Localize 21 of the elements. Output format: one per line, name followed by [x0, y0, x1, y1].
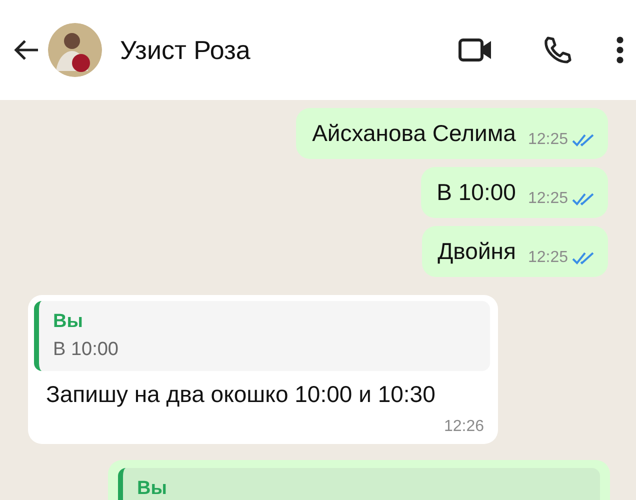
phone-icon[interactable] — [542, 35, 572, 65]
message-bubble[interactable]: Двойня 12:25 — [422, 226, 608, 277]
more-options-icon[interactable] — [616, 36, 624, 64]
contact-name[interactable]: Узист Роза — [120, 34, 410, 66]
quoted-message[interactable]: Вы В 10:00 — [34, 301, 490, 371]
quote-author: Вы — [53, 311, 84, 333]
message-bubble[interactable]: Айсханова Селима 12:25 — [296, 108, 608, 159]
message-time: 12:25 — [528, 249, 568, 267]
message-time: 12:25 — [528, 131, 568, 149]
quote-text: В 10:00 — [53, 339, 120, 361]
message-time: 12:25 — [528, 190, 568, 208]
message-text: В 10:00 — [436, 178, 516, 207]
message-bubble[interactable]: Вы В 10:00 Запишу на два окошко 10:00 и 10:30 12:26 — [28, 295, 498, 444]
message-text: Айсханова Селима — [312, 119, 516, 148]
message-time: 12:26 — [444, 418, 485, 436]
message-text: Двойня — [438, 237, 516, 266]
message-text: Запишу на два окошко 10:00 и 10:30 — [45, 380, 436, 409]
avatar[interactable] — [48, 23, 102, 77]
message-bubble[interactable]: В 10:00 12:25 — [420, 167, 608, 218]
quote-author: Вы — [137, 478, 168, 500]
video-camera-icon[interactable] — [458, 37, 494, 63]
